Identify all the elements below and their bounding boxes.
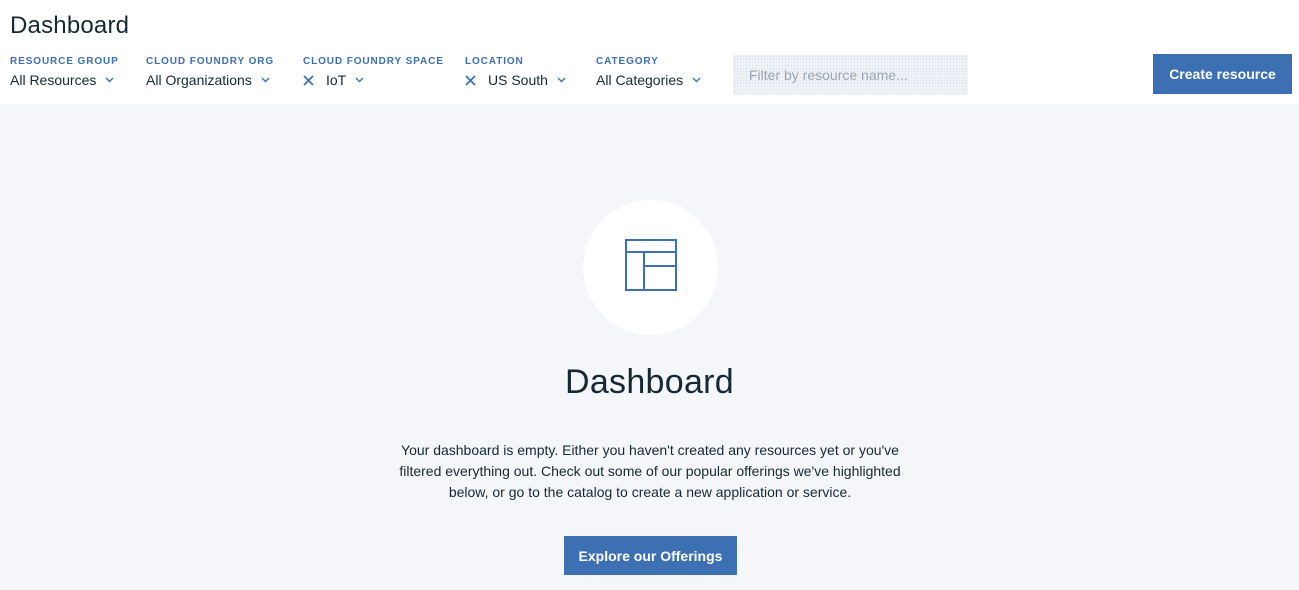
chevron-down-icon [105, 77, 114, 83]
filter-location: LOCATION US South [465, 56, 566, 88]
chevron-down-icon [261, 77, 270, 83]
explore-offerings-button[interactable]: Explore our Offerings [564, 536, 737, 575]
filter-value: US South [488, 72, 548, 88]
location-dropdown[interactable]: US South [465, 72, 566, 88]
page-title: Dashboard [10, 12, 130, 39]
cloud-foundry-space-dropdown[interactable]: IoT [303, 72, 444, 88]
chevron-down-icon [692, 77, 701, 83]
filter-category: CATEGORY All Categories [596, 56, 701, 88]
page-header: Dashboard RESOURCE GROUP All Resources C… [0, 0, 1299, 104]
empty-state-description: Your dashboard is empty. Either you have… [399, 442, 901, 500]
dashboard-empty-state: Dashboard Your dashboard is empty. Eithe… [0, 104, 1299, 590]
clear-filter-icon[interactable] [303, 74, 314, 86]
filter-resource-group: RESOURCE GROUP All Resources [10, 56, 119, 88]
filter-label: RESOURCE GROUP [10, 56, 119, 67]
filter-value: All Resources [10, 72, 97, 88]
filter-label: CATEGORY [596, 56, 659, 67]
chevron-down-icon [557, 77, 566, 83]
hero-icon-circle [583, 200, 718, 335]
filter-value: All Categories [596, 72, 684, 88]
category-dropdown[interactable]: All Categories [596, 72, 701, 88]
empty-state-title: Dashboard [564, 363, 735, 401]
filter-value: All Organizations [146, 72, 252, 88]
resource-name-filter-input[interactable] [733, 55, 968, 95]
filter-cloud-foundry-org: CLOUD FOUNDRY ORG All Organizations [146, 56, 274, 88]
resource-group-dropdown[interactable]: All Resources [10, 72, 119, 88]
filter-label: CLOUD FOUNDRY ORG [146, 56, 275, 67]
dashboard-layout-icon [624, 239, 677, 296]
clear-filter-icon[interactable] [465, 74, 476, 86]
create-resource-button[interactable]: Create resource [1153, 54, 1292, 94]
filter-label: LOCATION [465, 56, 524, 67]
chevron-down-icon [355, 77, 364, 83]
cloud-foundry-org-dropdown[interactable]: All Organizations [146, 72, 274, 88]
filter-value: IoT [326, 72, 347, 88]
filter-cloud-foundry-space: CLOUD FOUNDRY SPACE IoT [303, 56, 444, 88]
filter-label: CLOUD FOUNDRY SPACE [303, 56, 444, 67]
